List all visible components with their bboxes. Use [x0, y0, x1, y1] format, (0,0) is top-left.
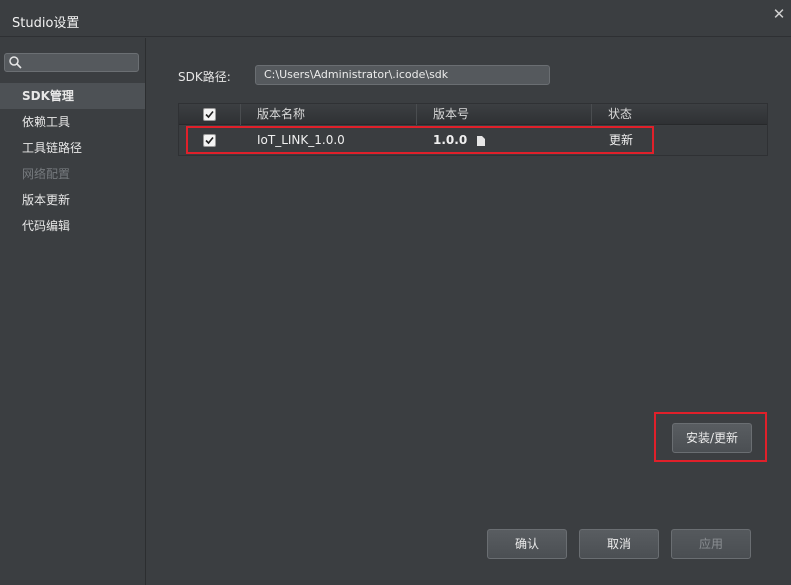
row-sdk-version: 1.0.0	[433, 133, 468, 147]
sidebar: SDK管理 依赖工具 工具链路径 网络配置 版本更新 代码编辑	[0, 38, 146, 585]
column-header-status[interactable]: 状态	[592, 104, 767, 125]
sidebar-item-sdk-management[interactable]: SDK管理	[0, 83, 145, 109]
apply-button: 应用	[671, 529, 751, 559]
sidebar-item-network-config: 网络配置	[22, 167, 71, 181]
title-bar: Studio设置 ✕	[0, 0, 791, 37]
sdk-path-label: SDK路径:	[178, 70, 231, 84]
table-row[interactable]: IoT_LINK_1.0.0 1.0.0 更新	[179, 126, 767, 155]
sidebar-item-dependency-tools[interactable]: 依赖工具	[0, 109, 145, 135]
checkbox-checked-icon[interactable]	[203, 108, 216, 121]
cancel-button[interactable]: 取消	[579, 529, 659, 559]
window-title: Studio设置	[12, 16, 80, 31]
column-header-name[interactable]: 版本名称	[241, 104, 417, 125]
sidebar-nav: SDK管理 依赖工具 工具链路径 网络配置 版本更新 代码编辑	[0, 83, 145, 239]
row-sdk-name: IoT_LINK_1.0.0	[257, 133, 345, 147]
header-select-all	[179, 104, 241, 125]
row-sdk-status[interactable]: 更新	[609, 126, 633, 155]
sdk-path-field[interactable]: C:\Users\Administrator\.icode\sdk	[255, 65, 550, 85]
search-icon	[9, 56, 22, 69]
sdk-table: 版本名称 版本号 状态 IoT_LINK_1.0.0 1.0.0 更新	[178, 103, 768, 156]
main-panel: SDK路径: C:\Users\Administrator\.icode\sdk…	[147, 38, 791, 585]
close-icon[interactable]: ✕	[771, 6, 787, 22]
sidebar-item-version-update[interactable]: 版本更新	[0, 187, 145, 213]
table-header: 版本名称 版本号 状态	[179, 104, 767, 125]
sidebar-item-toolchain-path[interactable]: 工具链路径	[0, 135, 145, 161]
sidebar-item-code-editing[interactable]: 代码编辑	[0, 213, 145, 239]
column-header-version[interactable]: 版本号	[417, 104, 592, 125]
row-checkbox[interactable]	[203, 134, 216, 147]
search-input[interactable]	[4, 53, 139, 72]
install-update-button[interactable]: 安装/更新	[672, 423, 752, 453]
confirm-button[interactable]: 确认	[487, 529, 567, 559]
file-icon[interactable]	[477, 126, 485, 155]
